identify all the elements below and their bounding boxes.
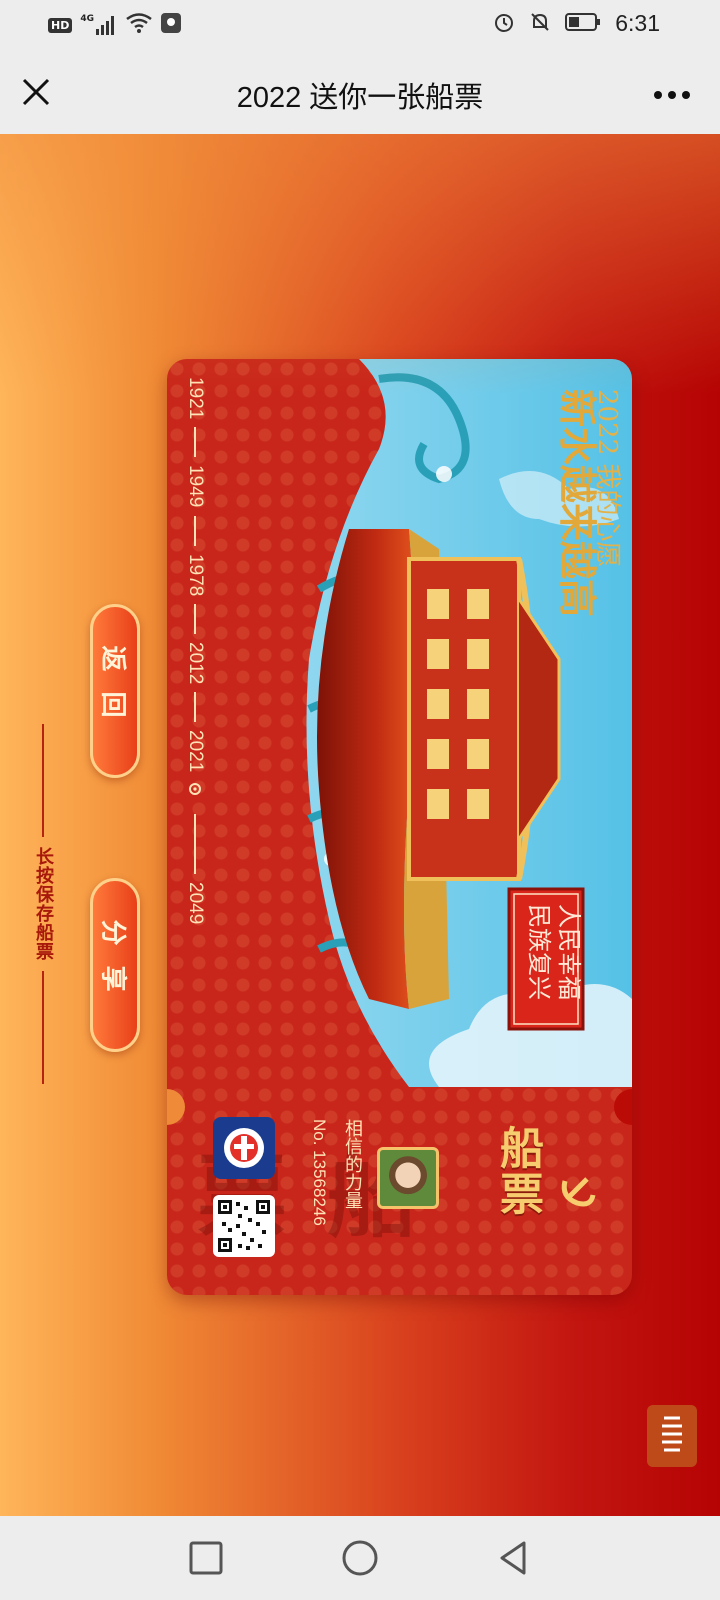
hd-badge: HD — [48, 17, 73, 33]
battery-icon — [565, 12, 601, 36]
page-title: 2022 送你一张船票 — [236, 82, 484, 114]
timeline-dash — [194, 692, 196, 723]
timeline-year: 2012 — [185, 641, 206, 685]
network-label: 4G — [80, 14, 94, 24]
status-bar: HD 4G 6:31 — [0, 0, 720, 50]
back-button[interactable]: 返回 — [90, 604, 140, 778]
share-button[interactable]: 分享 — [90, 878, 140, 1052]
timeline-year: 1949 — [185, 465, 206, 508]
status-time: 6:31 — [615, 10, 660, 36]
hint-divider — [42, 971, 44, 1084]
back-nav-button[interactable] — [494, 1538, 534, 1578]
timeline-dash — [194, 603, 196, 634]
back-button-label: 返回 — [97, 644, 128, 738]
ticket-quote: 相信的力量 — [342, 1119, 363, 1209]
system-nav-bar — [0, 1516, 720, 1600]
more-icon — [654, 91, 690, 99]
ticket-brand-title: 船票 — [492, 1125, 543, 1217]
seal-line2: 民族复兴 — [525, 904, 553, 1000]
location-pin-icon — [189, 783, 201, 796]
wifi-icon — [126, 13, 152, 37]
timeline-year: 1978 — [185, 553, 206, 596]
boat-ticket[interactable]: 1921 1949 1978 2012 2021 2049 2022 我的心愿 … — [167, 359, 632, 1295]
circle-icon — [342, 1540, 378, 1576]
qr-code-icon — [218, 1200, 270, 1252]
ticket-stub: 船票 No. 13568246 相信的力量 船票 — [167, 1109, 632, 1295]
save-hint-label: 长按保存船票 — [33, 847, 54, 961]
signal-icon: 4G — [80, 15, 118, 35]
timeline-year: 2049 — [185, 882, 206, 925]
ticket-number: No. 13568246 — [310, 1119, 329, 1226]
square-icon — [189, 1541, 223, 1575]
alarm-icon — [493, 11, 515, 37]
menu-icon — [662, 1416, 682, 1452]
title-bar: 2022 送你一张船票 — [0, 50, 720, 134]
recent-apps-button[interactable] — [186, 1538, 226, 1578]
red-boat-illustration: 2022 我的心愿 新水越来越高 人民幸福 民族复兴 — [306, 359, 632, 1087]
user-avatar — [377, 1147, 439, 1209]
timeline-dash — [194, 814, 196, 875]
headline-line2: 新水越来越高 — [555, 389, 600, 617]
ticket-page: 长按保存船票 返回 分享 1921 1949 1978 2012 2021 20… — [0, 134, 720, 1516]
menu-button[interactable] — [647, 1405, 697, 1467]
publisher-logo — [213, 1117, 275, 1179]
seal-line1: 人民幸福 — [555, 904, 583, 1000]
share-button-label: 分享 — [97, 918, 128, 1012]
timeline-dash — [194, 515, 196, 546]
home-button[interactable] — [340, 1538, 380, 1578]
qr-code — [213, 1195, 275, 1257]
timeline-year: 1921 — [185, 377, 206, 420]
party-emblem-icon — [561, 1177, 596, 1207]
save-hint: 长按保存船票 — [28, 724, 58, 1084]
triangle-back-icon — [500, 1541, 526, 1575]
timeline-year: 2021 — [185, 730, 206, 773]
more-options-button[interactable] — [652, 86, 692, 99]
mute-icon — [529, 11, 551, 37]
hint-divider — [42, 724, 44, 837]
timeline-dash — [194, 427, 196, 458]
huawei-app-icon — [160, 12, 182, 38]
logo-icon — [224, 1128, 264, 1168]
timeline: 1921 1949 1978 2012 2021 2049 — [175, 377, 215, 937]
